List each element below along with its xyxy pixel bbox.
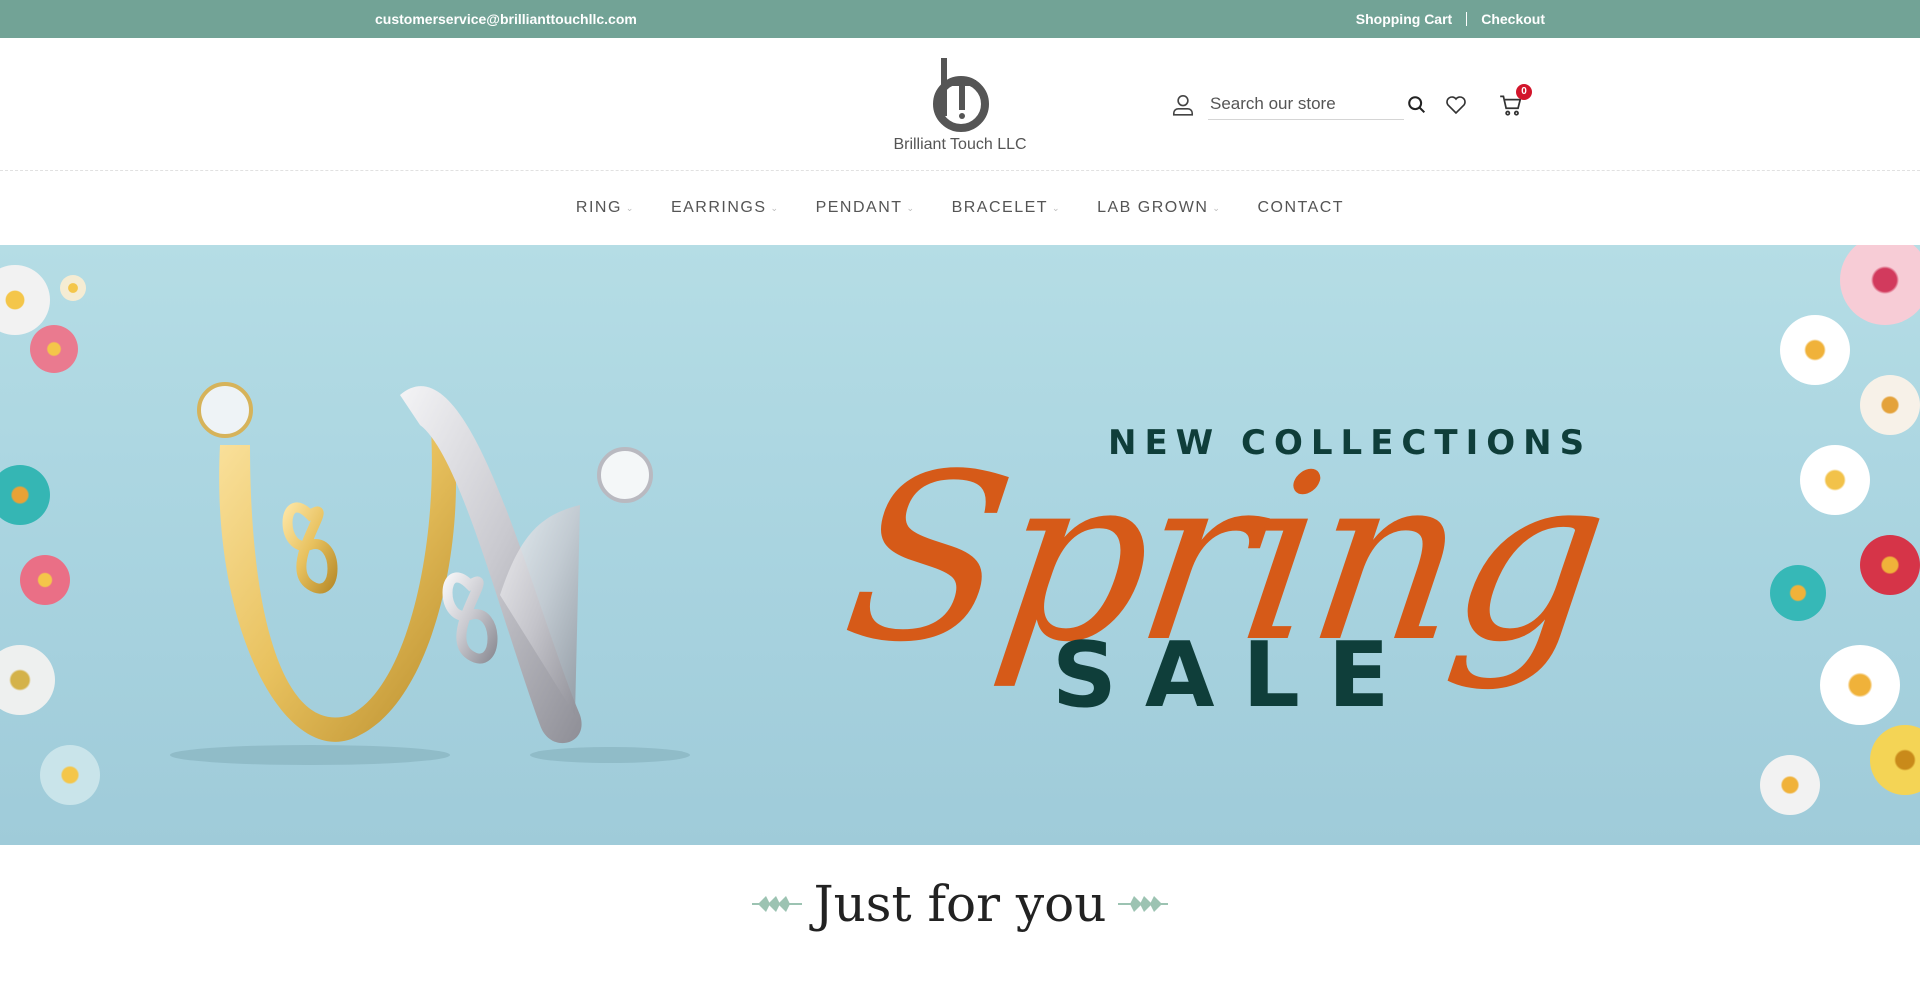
flower-decoration [1770,565,1826,621]
nav-item-label: BRACELET [951,199,1049,216]
flower-decoration [40,745,100,805]
chevron-down-icon: ⌄ [906,202,916,213]
section-heading: Just for you [0,875,1920,933]
nav-item-lab-grown[interactable]: LAB GROWN ⌄ [1097,199,1221,217]
flower-decoration [1780,315,1850,385]
header-tools: 0 [1170,84,1532,120]
leaf-decoration-right-icon [1118,896,1169,912]
nav-item-bracelet[interactable]: BRACELET ⌄ [952,199,1062,217]
cart-button[interactable]: 0 [1498,84,1532,118]
leaf-decoration-left-icon [751,896,802,912]
shopping-cart-link[interactable]: Shopping Cart [1356,11,1452,27]
nav-item-pendant[interactable]: PENDANT ⌄ [816,199,916,217]
flower-decoration [1870,725,1920,795]
section-title: Just for you [813,875,1107,933]
chevron-down-icon: ⌄ [770,202,780,213]
chevron-down-icon: ⌄ [625,202,635,213]
chevron-down-icon: ⌄ [1212,202,1222,213]
top-links: Shopping Cart Checkout [1356,11,1545,27]
nav-item-label: EARRINGS [670,199,767,216]
flower-decoration [1860,535,1920,595]
flower-decoration [0,465,50,525]
nav-item-label: LAB GROWN [1097,199,1209,216]
wishlist-heart-icon[interactable] [1444,93,1468,117]
flower-decoration [30,325,78,373]
customer-service-email[interactable]: customerservice@brillianttouchllc.com [375,11,637,27]
hero-banner[interactable]: Spring NEW COLLECTIONS SALE [0,245,1920,845]
logo-mark-icon [933,58,989,132]
search-input[interactable] [1208,90,1404,118]
header: Brilliant Touch LLC 0 [0,38,1920,171]
rings-image [170,382,690,765]
nav-item-ring[interactable]: RING ⌄ [576,199,635,217]
brand-name: Brilliant Touch LLC [893,136,1027,153]
search-field [1208,90,1404,120]
flower-decoration [0,645,55,715]
logo[interactable]: Brilliant Touch LLC [893,56,1027,154]
nav-item-label: CONTACT [1257,199,1345,216]
flower-decoration [0,265,50,335]
flower-decoration [1760,755,1820,815]
nav-item-earrings[interactable]: EARRINGS ⌄ [671,199,780,217]
user-account-icon[interactable] [1170,92,1196,118]
nav-item-label: PENDANT [815,199,903,216]
flower-decoration [1800,445,1870,515]
flower-decoration [60,275,86,301]
nav-item-label: RING [575,199,622,216]
checkout-link[interactable]: Checkout [1481,11,1545,27]
flower-decoration [1820,645,1900,725]
divider [1466,12,1468,26]
hero-sale-text: SALE [1052,623,1418,728]
main-nav: RING ⌄ EARRINGS ⌄ PENDANT ⌄ BRACELET ⌄ L… [0,171,1920,245]
hero-new-collections-text: NEW COLLECTIONS [1108,423,1593,463]
flower-decoration [1840,245,1920,325]
top-bar: customerservice@brillianttouchllc.com Sh… [0,0,1920,38]
chevron-down-icon: ⌄ [1052,202,1062,213]
search-icon[interactable] [1406,94,1428,116]
flower-decoration [1860,375,1920,435]
flower-decoration [20,555,70,605]
cart-count-badge: 0 [1516,84,1532,100]
nav-item-contact[interactable]: CONTACT [1257,199,1344,217]
